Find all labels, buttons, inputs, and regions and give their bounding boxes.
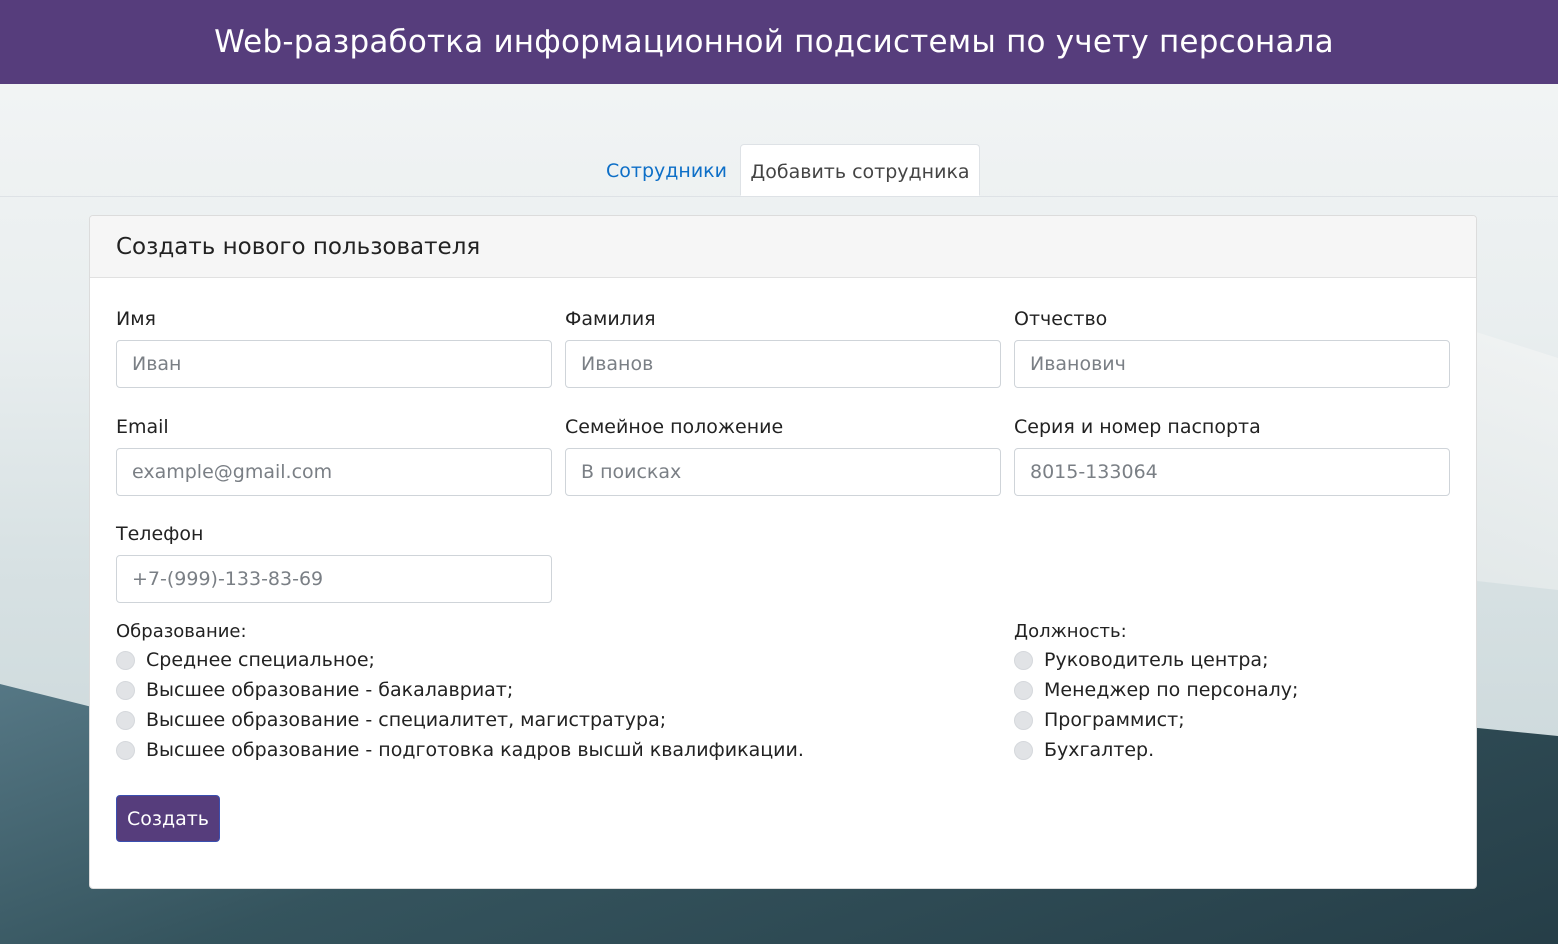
- radio-icon[interactable]: [116, 710, 135, 730]
- create-button[interactable]: Создать: [116, 795, 220, 842]
- page-header: Web-разработка информационной подсистемы…: [0, 0, 1558, 84]
- passport-input[interactable]: [1014, 448, 1450, 496]
- education-option-label: Высшее образование - подготовка кадров в…: [146, 739, 804, 761]
- tab-add-employee[interactable]: Добавить сотрудника: [740, 144, 980, 196]
- education-option-label: Высшее образование - специалитет, магист…: [146, 709, 667, 731]
- radio-icon[interactable]: [1014, 740, 1033, 760]
- position-option[interactable]: Бухгалтер.: [1014, 739, 1154, 761]
- marital-status-label: Семейное положение: [565, 416, 784, 438]
- last-name-label: Фамилия: [565, 308, 656, 330]
- tab-employees[interactable]: Сотрудники: [586, 144, 747, 195]
- passport-group: Серия и номер паспорта: [1014, 416, 1450, 496]
- position-option-label: Руководитель центра;: [1044, 649, 1269, 671]
- email-label: Email: [116, 416, 169, 438]
- radio-icon[interactable]: [1014, 680, 1033, 700]
- education-title: Образование:: [116, 621, 247, 642]
- position-option[interactable]: Менеджер по персоналу;: [1014, 679, 1298, 701]
- position-option-label: Программист;: [1044, 709, 1185, 731]
- nav-tabs: Сотрудники Добавить сотрудника: [0, 144, 1558, 197]
- position-title: Должность:: [1014, 621, 1127, 642]
- radio-icon[interactable]: [1014, 710, 1033, 730]
- phone-group: Телефон: [116, 523, 552, 603]
- first-name-input[interactable]: [116, 340, 552, 388]
- education-option[interactable]: Высшее образование - бакалавриат;: [116, 679, 513, 701]
- patronymic-label: Отчество: [1014, 308, 1108, 330]
- marital-status-input[interactable]: [565, 448, 1001, 496]
- email-group: Email: [116, 416, 552, 496]
- radio-icon[interactable]: [116, 740, 135, 760]
- page-title: Web-разработка информационной подсистемы…: [214, 24, 1334, 60]
- patronymic-group: Отчество: [1014, 308, 1450, 388]
- last-name-group: Фамилия: [565, 308, 1001, 388]
- marital-status-group: Семейное положение: [565, 416, 1001, 496]
- patronymic-input[interactable]: [1014, 340, 1450, 388]
- first-name-label: Имя: [116, 308, 156, 330]
- card-title: Создать нового пользователя: [90, 216, 1476, 278]
- first-name-group: Имя: [116, 308, 552, 388]
- education-option-label: Среднее специальное;: [146, 649, 375, 671]
- phone-input[interactable]: [116, 555, 552, 603]
- position-option[interactable]: Программист;: [1014, 709, 1185, 731]
- phone-label: Телефон: [116, 523, 204, 545]
- email-input[interactable]: [116, 448, 552, 496]
- last-name-input[interactable]: [565, 340, 1001, 388]
- position-option[interactable]: Руководитель центра;: [1014, 649, 1268, 671]
- position-option-label: Менеджер по персоналу;: [1044, 679, 1299, 701]
- radio-icon[interactable]: [1014, 650, 1033, 670]
- position-option-label: Бухгалтер.: [1044, 739, 1155, 761]
- radio-icon[interactable]: [116, 680, 135, 700]
- education-option[interactable]: Среднее специальное;: [116, 649, 375, 671]
- passport-label: Серия и номер паспорта: [1014, 416, 1261, 438]
- education-option[interactable]: Высшее образование - подготовка кадров в…: [116, 739, 804, 761]
- radio-icon[interactable]: [116, 650, 135, 670]
- education-option[interactable]: Высшее образование - специалитет, магист…: [116, 709, 666, 731]
- create-user-card: Создать нового пользователя Имя Фамилия …: [89, 215, 1477, 889]
- education-option-label: Высшее образование - бакалавриат;: [146, 679, 514, 701]
